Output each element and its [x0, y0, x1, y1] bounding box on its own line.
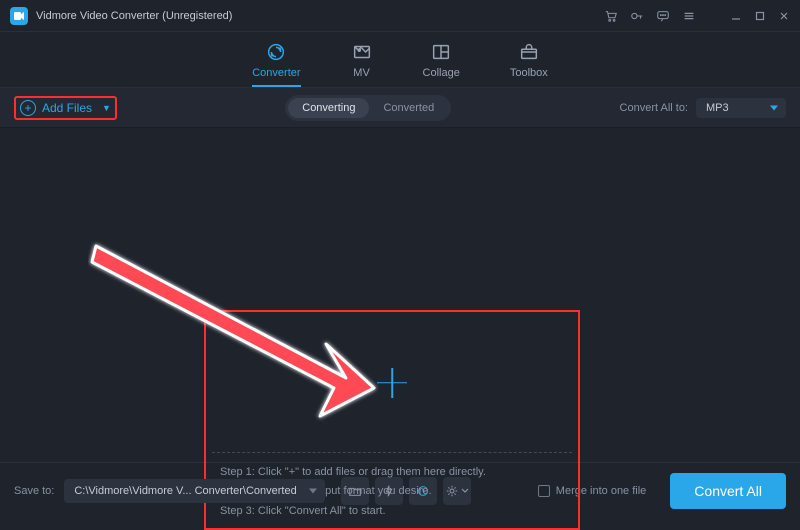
output-format-select[interactable]: MP3 — [696, 98, 786, 118]
chevron-down-icon: ▼ — [102, 103, 111, 113]
tab-converter[interactable]: Converter — [252, 41, 300, 87]
tab-mv-label: MV — [353, 67, 370, 79]
converter-icon — [265, 41, 287, 63]
toolbox-icon — [518, 41, 540, 63]
convert-all-label: Convert All — [694, 483, 762, 499]
close-button[interactable] — [778, 10, 790, 22]
conversion-state-tabs: Converting Converted — [285, 95, 451, 121]
tab-mv[interactable]: MV — [351, 41, 373, 87]
convert-all-to-label: Convert All to: — [620, 102, 688, 114]
add-files-label: Add Files — [42, 101, 92, 115]
cart-icon[interactable] — [604, 9, 618, 23]
save-to-label: Save to: — [14, 485, 54, 497]
sub-toolbar: + Add Files ▼ Converting Converted Conve… — [0, 88, 800, 128]
collage-icon — [430, 41, 452, 63]
subtab-converting[interactable]: Converting — [288, 98, 369, 118]
tab-toolbox-label: Toolbox — [510, 67, 548, 79]
app-logo — [10, 7, 28, 25]
save-path-value: C:\Vidmore\Vidmore V... Converter\Conver… — [74, 485, 296, 497]
output-format-value: MP3 — [706, 102, 729, 114]
step-3: Step 3: Click "Convert All" to start. — [220, 502, 572, 522]
app-title: Vidmore Video Converter (Unregistered) — [36, 10, 604, 22]
titlebar: Vidmore Video Converter (Unregistered) — [0, 0, 800, 32]
add-files-button[interactable]: + Add Files ▼ — [14, 96, 117, 120]
key-icon[interactable] — [630, 9, 644, 23]
stage: Step 1: Click "+" to add files or drag t… — [0, 128, 800, 462]
minimize-button[interactable] — [730, 10, 742, 22]
save-path-select[interactable]: C:\Vidmore\Vidmore V... Converter\Conver… — [64, 479, 324, 503]
add-files-plus-icon[interactable] — [377, 368, 407, 398]
main-tabs: Converter MV Collage Toolbox — [0, 32, 800, 88]
tab-toolbox[interactable]: Toolbox — [510, 41, 548, 87]
subtab-converted[interactable]: Converted — [369, 98, 448, 118]
feedback-icon[interactable] — [656, 9, 670, 23]
divider — [212, 452, 572, 453]
tab-converter-label: Converter — [252, 67, 300, 79]
plus-circle-icon: + — [20, 100, 36, 116]
maximize-button[interactable] — [754, 10, 766, 22]
tab-collage-label: Collage — [423, 67, 460, 79]
mv-icon — [351, 41, 373, 63]
convert-all-button[interactable]: Convert All — [670, 473, 786, 509]
menu-icon[interactable] — [682, 9, 696, 23]
tab-collage[interactable]: Collage — [423, 41, 460, 87]
